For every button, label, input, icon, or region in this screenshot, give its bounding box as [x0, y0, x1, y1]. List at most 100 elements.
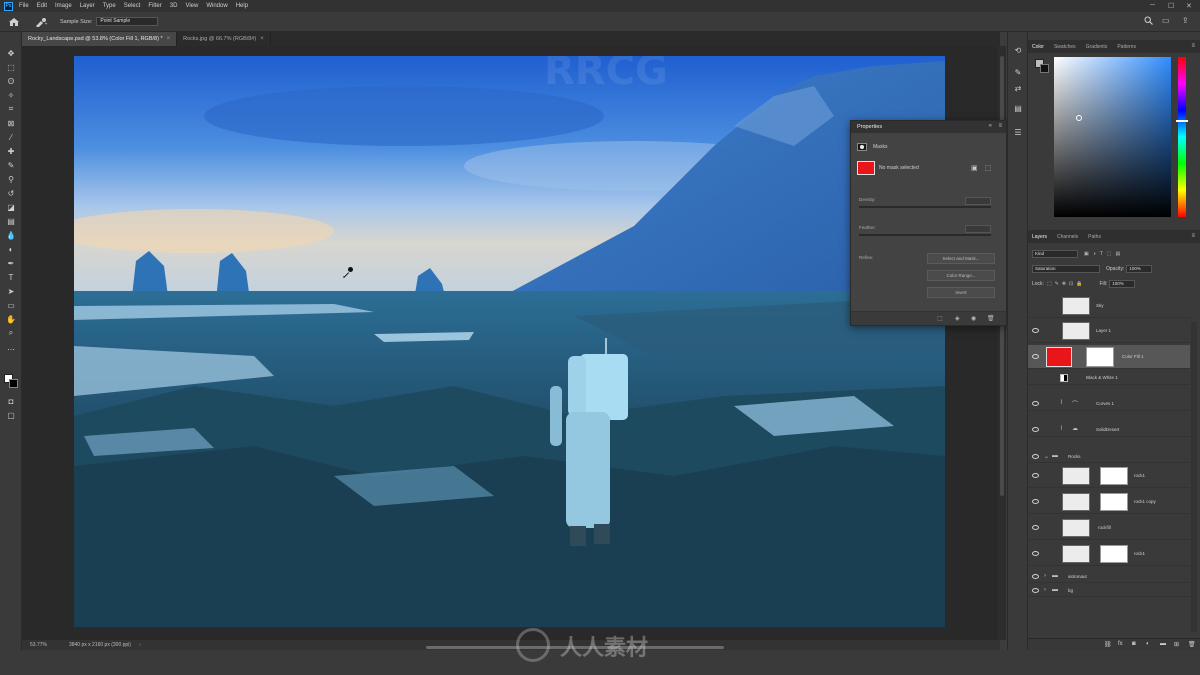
tab-color[interactable]: Color [1032, 44, 1044, 50]
color-swatches[interactable] [4, 374, 18, 388]
menu-select[interactable]: Select [124, 3, 141, 9]
sample-size-select[interactable]: Point Sample [96, 17, 159, 26]
feather-track[interactable] [859, 234, 991, 236]
eraser-tool-icon[interactable]: ◪ [5, 202, 17, 212]
tab-swatches[interactable]: Swatches [1054, 44, 1076, 50]
opacity-input[interactable]: 100% [1126, 264, 1153, 273]
properties-header[interactable]: Properties « ≡ [851, 121, 1006, 133]
layer-row[interactable]: rock1 [1028, 542, 1190, 566]
eye-icon[interactable] [1032, 499, 1039, 504]
layer-row[interactable]: rockfill [1028, 516, 1190, 540]
tab-layers[interactable]: Layers [1032, 234, 1047, 240]
eye-icon[interactable] [1032, 401, 1039, 406]
background-color-swatch[interactable] [9, 379, 18, 388]
brush-tool-icon[interactable]: ✎ [5, 160, 17, 170]
path-selection-icon[interactable]: ➤ [5, 286, 17, 296]
adjustments-icon[interactable]: ⇄ [1012, 84, 1024, 94]
layers-scrollbar[interactable] [1191, 322, 1197, 632]
eye-icon[interactable] [1032, 427, 1039, 432]
crop-tool-icon[interactable]: ⌗ [5, 104, 17, 114]
tab-channels[interactable]: Channels [1057, 234, 1078, 240]
delete-icon[interactable]: 🗑 [987, 315, 995, 322]
hue-slider-marker[interactable] [1176, 120, 1188, 122]
hand-tool-icon[interactable]: ✋ [5, 314, 17, 324]
expand-chevron-icon[interactable]: › [1044, 587, 1046, 593]
screen-mode-icon[interactable]: ▢ [5, 410, 17, 420]
type-tool-icon[interactable]: T [5, 272, 17, 282]
layer-style-icon[interactable]: fx [1118, 641, 1123, 647]
color-picker-ring[interactable] [1076, 115, 1082, 121]
color-background-swatch[interactable] [1040, 64, 1049, 73]
home-icon[interactable] [8, 17, 20, 27]
load-selection-icon[interactable]: ⬚ [937, 315, 943, 322]
layer-row[interactable]: Sky [1028, 294, 1190, 318]
dodge-tool-icon[interactable]: ◐ [5, 244, 17, 254]
tab-gradients[interactable]: Gradients [1086, 44, 1108, 50]
menu-filter[interactable]: Filter [148, 3, 161, 9]
eye-icon[interactable] [1032, 525, 1039, 530]
history-brush-icon[interactable]: ↺ [5, 188, 17, 198]
menu-edit[interactable]: Edit [37, 3, 47, 9]
menu-file[interactable]: File [19, 3, 29, 9]
feather-slider[interactable]: Feather: [859, 225, 991, 239]
feather-value[interactable] [965, 225, 991, 233]
search-icon[interactable] [1144, 16, 1153, 25]
zoom-tool-icon[interactable]: ⌕ [5, 328, 17, 338]
quick-mask-icon[interactable]: ◘ [5, 396, 17, 406]
new-layer-icon[interactable]: ⊞ [1174, 641, 1179, 648]
tab-patterns[interactable]: Patterns [1117, 44, 1136, 50]
tab-rocky-landscape[interactable]: Rocky_Landscape.psd @ 53.8% (Color Fill … [22, 32, 178, 46]
more-tools-icon[interactable]: ⋯ [5, 344, 17, 354]
layer-row[interactable]: Black & White 1 [1028, 371, 1190, 385]
select-and-mask-button[interactable]: Select and Mask... [927, 253, 995, 264]
layer-group-row[interactable]: › ▬ bg [1028, 584, 1190, 597]
eyedropper-tool-icon[interactable] [34, 17, 48, 27]
delete-layer-icon[interactable]: 🗑 [1188, 641, 1196, 648]
tab-paths[interactable]: Paths [1088, 234, 1101, 240]
layer-mask-thumbnail[interactable] [1100, 493, 1128, 511]
color-range-button[interactable]: Color Range... [927, 270, 995, 281]
color-saturation-field[interactable] [1054, 57, 1171, 217]
invert-button[interactable]: Invert [927, 287, 995, 298]
frame-tool-icon[interactable]: ⊠ [5, 118, 17, 128]
maximize-icon[interactable]: ☐ [1168, 2, 1174, 10]
collapse-icon[interactable]: « [989, 123, 992, 129]
add-pixel-mask-icon[interactable]: ▣ [971, 164, 978, 172]
menu-view[interactable]: View [185, 3, 198, 9]
filter-kind-select[interactable]: Kind [1032, 249, 1078, 258]
move-tool-icon[interactable]: ✥ [5, 48, 17, 58]
link-layers-icon[interactable]: ⛓ [1104, 641, 1112, 648]
healing-brush-icon[interactable]: ✚ [5, 146, 17, 156]
marquee-tool-icon[interactable]: ⬚ [5, 62, 17, 72]
blend-mode-select[interactable]: Saturation [1032, 264, 1100, 273]
layer-row[interactable]: Layer 1 [1028, 319, 1190, 343]
filter-icons[interactable]: ▣◑T⬚▤ [1084, 251, 1124, 257]
pen-tool-icon[interactable]: ✒ [5, 258, 17, 268]
mask-icon[interactable] [857, 143, 867, 151]
zoom-level[interactable]: 53.77% [30, 642, 47, 648]
density-value[interactable] [965, 197, 991, 205]
rectangle-tool-icon[interactable]: ▭ [5, 300, 17, 310]
eye-icon[interactable] [1032, 328, 1039, 333]
menu-layer[interactable]: Layer [80, 3, 95, 9]
density-track[interactable] [859, 206, 991, 208]
visibility-icon[interactable]: ◉ [971, 315, 976, 322]
add-mask-icon[interactable]: ◙ [1132, 641, 1136, 647]
eye-icon[interactable] [1032, 354, 1039, 359]
menu-type[interactable]: Type [103, 3, 116, 9]
menu-image[interactable]: Image [55, 3, 72, 9]
clone-stamp-icon[interactable]: ⚲ [5, 174, 17, 184]
eye-icon[interactable] [1032, 574, 1039, 579]
density-slider[interactable]: Density: [859, 197, 991, 211]
history-icon[interactable]: ⟲ [1012, 46, 1024, 56]
eye-icon[interactable] [1032, 588, 1039, 593]
minimize-icon[interactable]: ─ [1150, 2, 1155, 9]
eye-icon[interactable] [1032, 454, 1039, 459]
layer-row[interactable]: rock1 copy [1028, 490, 1190, 514]
layer-mask-thumbnail[interactable] [1100, 467, 1128, 485]
expand-chevron-icon[interactable]: ⌄ [1044, 453, 1049, 460]
menu-3d[interactable]: 3D [170, 3, 178, 9]
document-canvas[interactable]: RRCG [74, 56, 945, 627]
layer-mask-thumbnail[interactable] [1100, 545, 1128, 563]
expand-chevron-icon[interactable]: › [1044, 573, 1046, 579]
